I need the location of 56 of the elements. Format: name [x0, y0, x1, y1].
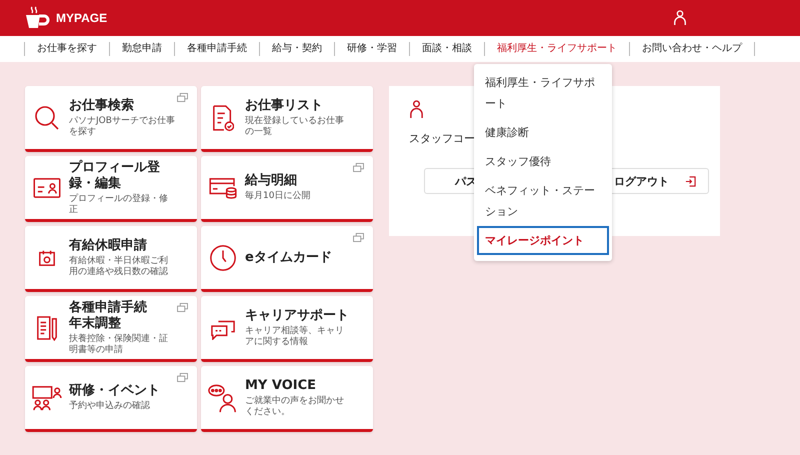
menu-card[interactable]: 有給休暇申請 有給休暇・半日休暇ご利用の連絡や残日数の確認	[25, 226, 197, 292]
menu-card[interactable]: キャリアサポート キャリア相談等、キャリアに関する情報	[201, 296, 373, 362]
user-icon	[409, 100, 424, 119]
nav-item[interactable]: 各種申請手続	[174, 42, 260, 56]
card-title: 有給休暇申請	[69, 238, 147, 254]
card-title: お仕事検索	[69, 98, 134, 114]
id-card-icon	[33, 178, 61, 198]
nav-item[interactable]: お仕事を探す	[24, 42, 110, 56]
card-description: 扶養控除・保険関連・証明書等の申請	[69, 334, 169, 356]
cup-logo-icon[interactable]	[24, 6, 50, 30]
nav-item[interactable]: 給与・契約	[259, 42, 335, 56]
menu-item[interactable]: マイレージポイント	[477, 226, 609, 255]
nav-item[interactable]: お問い合わせ・ヘルプ	[629, 42, 755, 56]
card-description: パソナJOBサーチでお仕事を探す	[69, 116, 175, 138]
presentation-people-icon	[31, 384, 63, 410]
card-title: 各種申請手続	[69, 300, 147, 316]
menu-card[interactable]: 各種申請手続 年末調整 扶養控除・保険関連・証明書等の申請	[25, 296, 197, 362]
calendar-icon	[38, 248, 56, 266]
clock-icon	[209, 244, 237, 272]
card-title: MY VOICE	[245, 378, 316, 394]
card-title: キャリアサポート	[245, 308, 349, 324]
card-coins-icon	[208, 176, 238, 198]
staff-code-label: スタッフコー	[409, 131, 475, 146]
menu-card[interactable]: MY VOICE ご就業中の声をお聞かせください。	[201, 366, 373, 432]
card-description: 毎月10日に公開	[245, 191, 310, 202]
card-description: プロフィールの登録・修正	[69, 194, 169, 216]
card-description: キャリア相談等、キャリアに関する情報	[245, 326, 345, 348]
card-title: 年末調整	[69, 316, 121, 332]
card-title: 研修・イベント	[69, 383, 160, 399]
site-title: MYPAGE	[56, 11, 108, 25]
card-description: 現在登録しているお仕事の一覧	[245, 116, 345, 138]
notepad-pencil-icon	[36, 314, 58, 340]
search-icon	[34, 104, 60, 130]
card-description: 予約や申込みの確認	[69, 401, 150, 412]
menu-card[interactable]: 研修・イベント 予約や申込みの確認	[25, 366, 197, 432]
card-title: eタイムカード	[245, 250, 332, 266]
menu-item[interactable]: 健康診断	[477, 118, 609, 147]
menu-card[interactable]: eタイムカード	[201, 226, 373, 292]
menu-card[interactable]: プロフィール登録・編集 プロフィールの登録・修正	[25, 156, 197, 222]
nav-item[interactable]: 面談・相談	[409, 42, 485, 56]
nav-item[interactable]: 福利厚生・ライフサポート	[484, 42, 630, 56]
menu-card[interactable]: お仕事リスト 現在登録しているお仕事の一覧	[201, 86, 373, 152]
document-check-icon	[212, 104, 234, 132]
card-title: 給与明細	[245, 173, 297, 189]
user-icon[interactable]	[673, 10, 687, 26]
card-title: お仕事リスト	[245, 98, 323, 114]
speech-person-icon	[207, 382, 239, 412]
nav-item[interactable]: 勤怠申請	[109, 42, 175, 56]
menu-item[interactable]: 福利厚生・ライフサポート	[477, 68, 609, 118]
logout-icon	[685, 176, 696, 186]
card-description: ご就業中の声をお聞かせください。	[245, 396, 345, 418]
menu-card[interactable]: 給与明細 毎月10日に公開	[201, 156, 373, 222]
card-description: 有給休暇・半日休暇ご利用の連絡や残日数の確認	[69, 256, 169, 278]
menu-card[interactable]: お仕事検索 パソナJOBサーチでお仕事を探す	[25, 86, 197, 152]
nav-item[interactable]: 研修・学習	[334, 42, 410, 56]
card-title: プロフィール登録・編集	[69, 160, 161, 192]
